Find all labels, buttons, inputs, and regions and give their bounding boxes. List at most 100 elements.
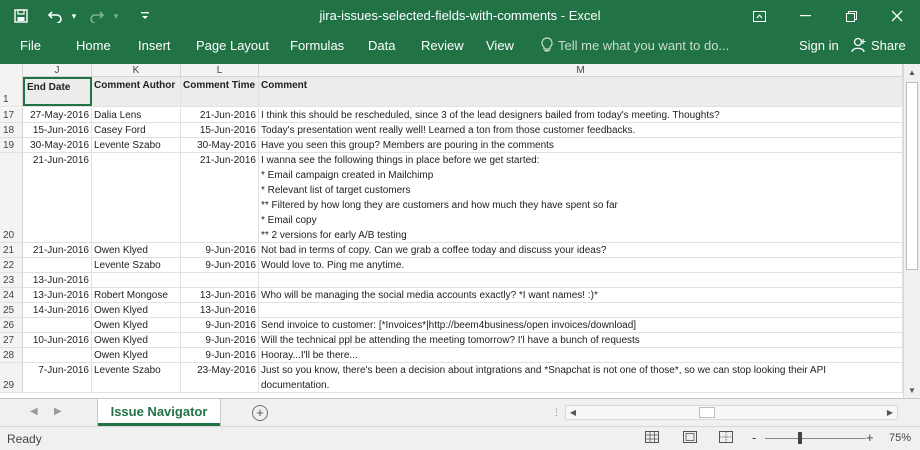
redo-icon[interactable] (84, 6, 110, 26)
horizontal-scroll-thumb[interactable] (699, 407, 715, 418)
customize-qat-icon[interactable] (132, 6, 158, 26)
column-header-l[interactable]: L (181, 64, 259, 77)
save-icon[interactable] (8, 6, 34, 26)
cell-comment[interactable]: Just so you know, there's been a decisio… (259, 363, 903, 392)
cell-comment[interactable]: Will the technical ppl be attending the … (259, 333, 903, 347)
cell-time[interactable]: 21-Jun-2016 (181, 153, 259, 242)
cell-comment[interactable] (259, 273, 903, 287)
cell-time[interactable]: 9-Jun-2016 (181, 318, 259, 332)
tab-insert[interactable]: Insert (138, 38, 171, 53)
cell-end-date[interactable] (23, 318, 92, 332)
cell-time[interactable]: 15-Jun-2016 (181, 123, 259, 137)
page-layout-view-icon[interactable] (683, 431, 699, 445)
cell-end-date[interactable]: 21-Jun-2016 (23, 153, 92, 242)
cell-time[interactable]: 9-Jun-2016 (181, 348, 259, 362)
row-number[interactable]: 29 (0, 363, 23, 392)
column-header-m[interactable]: M (259, 64, 903, 77)
tab-formulas[interactable]: Formulas (290, 38, 344, 53)
cell-author[interactable] (92, 273, 181, 287)
cell-end-date[interactable]: 13-Jun-2016 (23, 273, 92, 287)
zoom-in-button[interactable]: + (866, 430, 874, 445)
tab-data[interactable]: Data (368, 38, 395, 53)
cell-author[interactable]: Owen Klyed (92, 243, 181, 257)
undo-dropdown-icon[interactable]: ▾ (68, 6, 80, 26)
row-number[interactable]: 17 (0, 108, 23, 122)
sheet-nav-next-icon[interactable]: ▶ (54, 406, 62, 417)
worksheet-grid[interactable]: J K L M 1 End Date Comment Author Commen… (0, 64, 903, 398)
tab-page-layout[interactable]: Page Layout (196, 38, 269, 53)
minimize-icon[interactable] (782, 0, 828, 32)
tab-file[interactable]: File (20, 38, 41, 53)
sheet-nav-prev-icon[interactable]: ◀ (30, 406, 38, 417)
select-all-corner[interactable] (0, 64, 23, 77)
close-icon[interactable] (874, 0, 920, 32)
scroll-left-icon[interactable]: ◀ (566, 406, 580, 419)
row-number[interactable]: 18 (0, 123, 23, 137)
scroll-up-icon[interactable]: ▲ (904, 65, 920, 79)
cell-time[interactable]: 23-May-2016 (181, 363, 259, 392)
tab-split-handle-icon[interactable]: ⋮ (552, 407, 562, 418)
cell-comment[interactable]: Send invoice to customer: [*Invoices*|ht… (259, 318, 903, 332)
cell-end-date[interactable] (23, 258, 92, 272)
cell-comment[interactable]: Would love to. Ping me anytime. (259, 258, 903, 272)
row-number[interactable]: 22 (0, 258, 23, 272)
page-break-preview-icon[interactable] (719, 431, 735, 445)
cell-comment[interactable] (259, 303, 903, 317)
cell-author[interactable]: Robert Mongose (92, 288, 181, 302)
row-number[interactable]: 19 (0, 138, 23, 152)
cell-author[interactable]: Levente Szabo (92, 258, 181, 272)
tab-view[interactable]: View (486, 38, 514, 53)
cell-end-date[interactable]: 10-Jun-2016 (23, 333, 92, 347)
cell-comment[interactable]: Have you seen this group? Members are po… (259, 138, 903, 152)
cell-end-date[interactable]: 21-Jun-2016 (23, 243, 92, 257)
cell-comment[interactable]: I think this should be rescheduled, sinc… (259, 108, 903, 122)
cell-author[interactable]: Dalia Lens (92, 108, 181, 122)
cell-comment[interactable]: Hooray...I'll be there... (259, 348, 903, 362)
cell-author[interactable] (92, 153, 181, 242)
horizontal-scrollbar[interactable]: ◀ ▶ (565, 405, 898, 420)
cell-time[interactable]: 9-Jun-2016 (181, 333, 259, 347)
cell-time[interactable]: 9-Jun-2016 (181, 258, 259, 272)
cell-end-date[interactable]: 15-Jun-2016 (23, 123, 92, 137)
row-number[interactable]: 28 (0, 348, 23, 362)
cell-time[interactable] (181, 273, 259, 287)
row-number[interactable]: 25 (0, 303, 23, 317)
zoom-slider-thumb[interactable] (798, 432, 802, 444)
cell-end-date[interactable]: 7-Jun-2016 (23, 363, 92, 392)
ribbon-display-options-icon[interactable] (736, 0, 782, 32)
row-number[interactable]: 21 (0, 243, 23, 257)
cell-comment-time-header[interactable]: Comment Time (181, 77, 259, 106)
cell-end-date[interactable] (23, 348, 92, 362)
undo-icon[interactable] (42, 6, 68, 26)
cell-author[interactable]: Owen Klyed (92, 348, 181, 362)
zoom-slider-track[interactable] (765, 438, 866, 439)
share-person-icon[interactable] (851, 37, 867, 53)
sheet-tab-issue-navigator[interactable]: Issue Navigator (98, 399, 220, 426)
redo-dropdown-icon[interactable]: ▾ (110, 6, 122, 26)
cell-end-date[interactable]: 27-May-2016 (23, 108, 92, 122)
cell-comment-author-header[interactable]: Comment Author (92, 77, 181, 106)
cell-end-date[interactable]: 13-Jun-2016 (23, 288, 92, 302)
normal-view-icon[interactable] (645, 431, 661, 445)
add-sheet-icon[interactable]: + (252, 405, 268, 421)
cell-comment[interactable]: Not bad in terms of copy. Can we grab a … (259, 243, 903, 257)
zoom-level[interactable]: 75% (889, 432, 911, 444)
scroll-down-icon[interactable]: ▼ (904, 383, 920, 397)
cell-author[interactable]: Owen Klyed (92, 333, 181, 347)
row-number[interactable]: 24 (0, 288, 23, 302)
cell-time[interactable]: 30-May-2016 (181, 138, 259, 152)
scroll-right-icon[interactable]: ▶ (883, 406, 897, 419)
cell-author[interactable]: Levente Szabo (92, 138, 181, 152)
row-number[interactable]: 26 (0, 318, 23, 332)
column-header-k[interactable]: K (92, 64, 181, 77)
zoom-out-button[interactable]: - (752, 430, 756, 445)
sign-in-link[interactable]: Sign in (799, 38, 839, 53)
vertical-scrollbar[interactable]: ▲ ▼ (903, 64, 920, 398)
cell-comment[interactable]: Who will be managing the social media ac… (259, 288, 903, 302)
tell-me-search[interactable]: Tell me what you want to do... (558, 38, 729, 53)
row-number[interactable]: 20 (0, 153, 23, 242)
cell-author[interactable]: Owen Klyed (92, 303, 181, 317)
cell-comment-header[interactable]: Comment (259, 77, 903, 106)
cell-comment[interactable]: Today's presentation went really well! L… (259, 123, 903, 137)
cell-author[interactable]: Levente Szabo (92, 363, 181, 392)
